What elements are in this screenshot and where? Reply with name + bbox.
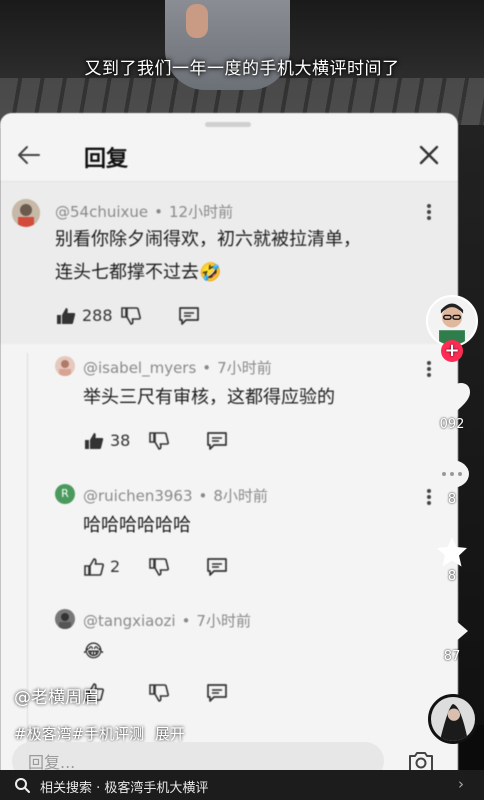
comment-username[interactable]: @ruichen3963 <box>83 487 193 505</box>
meta-separator: • <box>202 359 212 377</box>
comment-text-line: 哈哈哈哈哈哈 <box>83 515 191 536</box>
share-action[interactable]: 87 <box>424 617 480 677</box>
video-presenter-hand <box>186 4 208 38</box>
hashtag-link[interactable]: #极客湾#手机评测 <box>14 725 144 743</box>
favorite-count: 8 <box>447 569 457 584</box>
share-arrow-icon <box>436 619 468 646</box>
search-icon <box>15 778 30 793</box>
like-button[interactable]: 2 <box>84 557 120 576</box>
comment-text-line: 别看你除夕闹得欢，初六就被拉清单， <box>55 229 361 250</box>
meta-separator: • <box>181 612 191 630</box>
more-options-icon[interactable] <box>420 202 438 222</box>
close-icon[interactable] <box>416 142 442 168</box>
avatar[interactable] <box>55 356 75 376</box>
avatar[interactable] <box>55 609 75 629</box>
reply-comment-icon[interactable] <box>206 557 228 577</box>
comment-time: 7小时前 <box>196 612 251 630</box>
comment-username[interactable]: @isabel_myers <box>83 359 196 377</box>
like-count: 2 <box>110 557 121 576</box>
meta-separator: • <box>154 203 163 221</box>
star-icon <box>437 537 467 567</box>
chevron-right-icon: › <box>458 775 464 793</box>
comment-text-line: 举头三尺有审核，这都得应验的 <box>83 387 335 408</box>
comment-meta: @ruichen3963 • 8小时前 <box>83 485 268 506</box>
comment-item[interactable]: @isabel_myers • 7小时前 举头三尺有审核，这都得应验的 <box>0 349 458 469</box>
comment-time: 7小时前 <box>217 359 272 377</box>
meta-separator: • <box>198 487 208 505</box>
expand-button[interactable]: 展开 <box>155 725 185 743</box>
comment-time: 8小时前 <box>213 487 268 505</box>
thumbs-up-icon <box>57 307 76 324</box>
comment-meta: @54chuixue • 12小时前 <box>55 201 233 222</box>
comment-username[interactable]: @tangxiaozi <box>83 612 176 630</box>
video-caption: 又到了我们一年一度的手机大横评时间了 <box>84 59 400 79</box>
thumbs-up-icon <box>85 432 104 449</box>
thumbs-down-icon[interactable] <box>149 558 169 576</box>
heart-icon <box>434 383 470 415</box>
comment-count: 8 <box>447 492 457 507</box>
follow-plus-icon[interactable]: + <box>441 340 463 362</box>
share-count: 87 <box>443 649 461 664</box>
related-search-text: 相关搜索 · 极客湾手机大横评 <box>40 781 209 796</box>
comment-meta: @isabel_myers • 7小时前 <box>83 357 272 378</box>
like-count: 092 <box>439 417 465 432</box>
comment-bubble-icon <box>435 460 469 488</box>
comment-time: 12小时前 <box>169 203 234 221</box>
like-action[interactable]: 092 <box>424 381 480 441</box>
like-button[interactable]: 38 <box>84 431 130 450</box>
reply-comment-icon[interactable] <box>206 683 228 703</box>
avatar[interactable]: R <box>55 484 75 504</box>
comment-meta: @tangxiaozi • 7小时前 <box>83 610 251 631</box>
comment-text-line: 😂 <box>83 641 105 662</box>
reply-sheet: 回复 @54chuixue • 12小时前 别看你除夕闹得欢，初六就被拉清单， 连头… <box>0 113 458 773</box>
thumbs-down-icon[interactable] <box>149 432 169 450</box>
sheet-title: 回复 <box>84 147 129 172</box>
sheet-header: 回复 <box>0 133 458 177</box>
drag-handle[interactable] <box>205 122 251 127</box>
reply-comment-icon[interactable] <box>206 431 228 451</box>
author-name[interactable]: @老横周眉 <box>14 683 99 708</box>
avatar[interactable] <box>12 199 40 227</box>
related-search-bar[interactable]: 相关搜索 · 极客湾手机大横评 › <box>0 770 484 800</box>
video-tags: #极客湾#手机评测 展开 <box>14 723 191 744</box>
favorite-action[interactable]: 8 <box>424 535 480 595</box>
comment-username[interactable]: @54chuixue <box>55 203 148 221</box>
comment-text-line: 连头七都撑不过去🤣 <box>55 262 222 283</box>
comment-action[interactable]: 8 <box>424 458 480 518</box>
like-button[interactable]: 288 <box>56 306 113 325</box>
reply-comment-icon[interactable] <box>178 306 200 326</box>
music-disk[interactable] <box>428 694 478 744</box>
like-count: 38 <box>110 431 131 450</box>
thumbs-down-icon[interactable] <box>149 684 169 702</box>
creator-avatar[interactable]: + <box>424 295 480 365</box>
thumbs-down-icon[interactable] <box>121 307 141 325</box>
like-count: 288 <box>82 306 113 325</box>
thumbs-up-outline-icon <box>84 557 104 576</box>
comment-item[interactable]: @54chuixue • 12小时前 别看你除夕闹得欢，初六就被拉清单， 连头七都撑… <box>0 182 458 344</box>
back-arrow-icon[interactable] <box>14 140 44 170</box>
